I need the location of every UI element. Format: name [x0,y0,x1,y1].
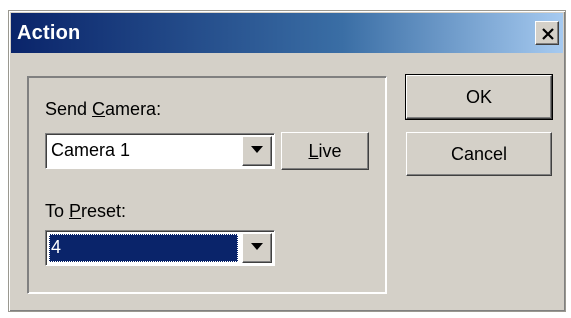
cancel-button[interactable]: Cancel [406,132,552,176]
close-icon [542,28,554,40]
preset-select[interactable]: 4 [45,230,275,266]
live-button[interactable]: Live [281,132,369,170]
preset-dropdown-button[interactable] [242,233,272,263]
cancel-button-label: Cancel [450,144,508,164]
camera-select-value: Camera 1 [51,140,131,160]
chevron-down-icon [251,243,263,250]
to-preset-label: To Preset: [45,201,127,221]
chevron-down-icon [251,146,263,153]
title-bar[interactable]: Action [11,13,563,53]
camera-select[interactable]: Camera 1 [45,133,275,169]
ok-button-label: OK [465,87,492,107]
live-button-label: Live [308,141,342,161]
close-button[interactable] [535,21,559,45]
action-dialog: Action Send Camera: Camera 1 Live To Pre… [8,10,566,312]
ok-button[interactable]: OK [405,74,553,120]
send-camera-label: Send Camera: [45,99,162,119]
camera-dropdown-button[interactable] [242,136,272,166]
preset-select-value: 4 [49,234,238,262]
window-title: Action [17,22,81,44]
